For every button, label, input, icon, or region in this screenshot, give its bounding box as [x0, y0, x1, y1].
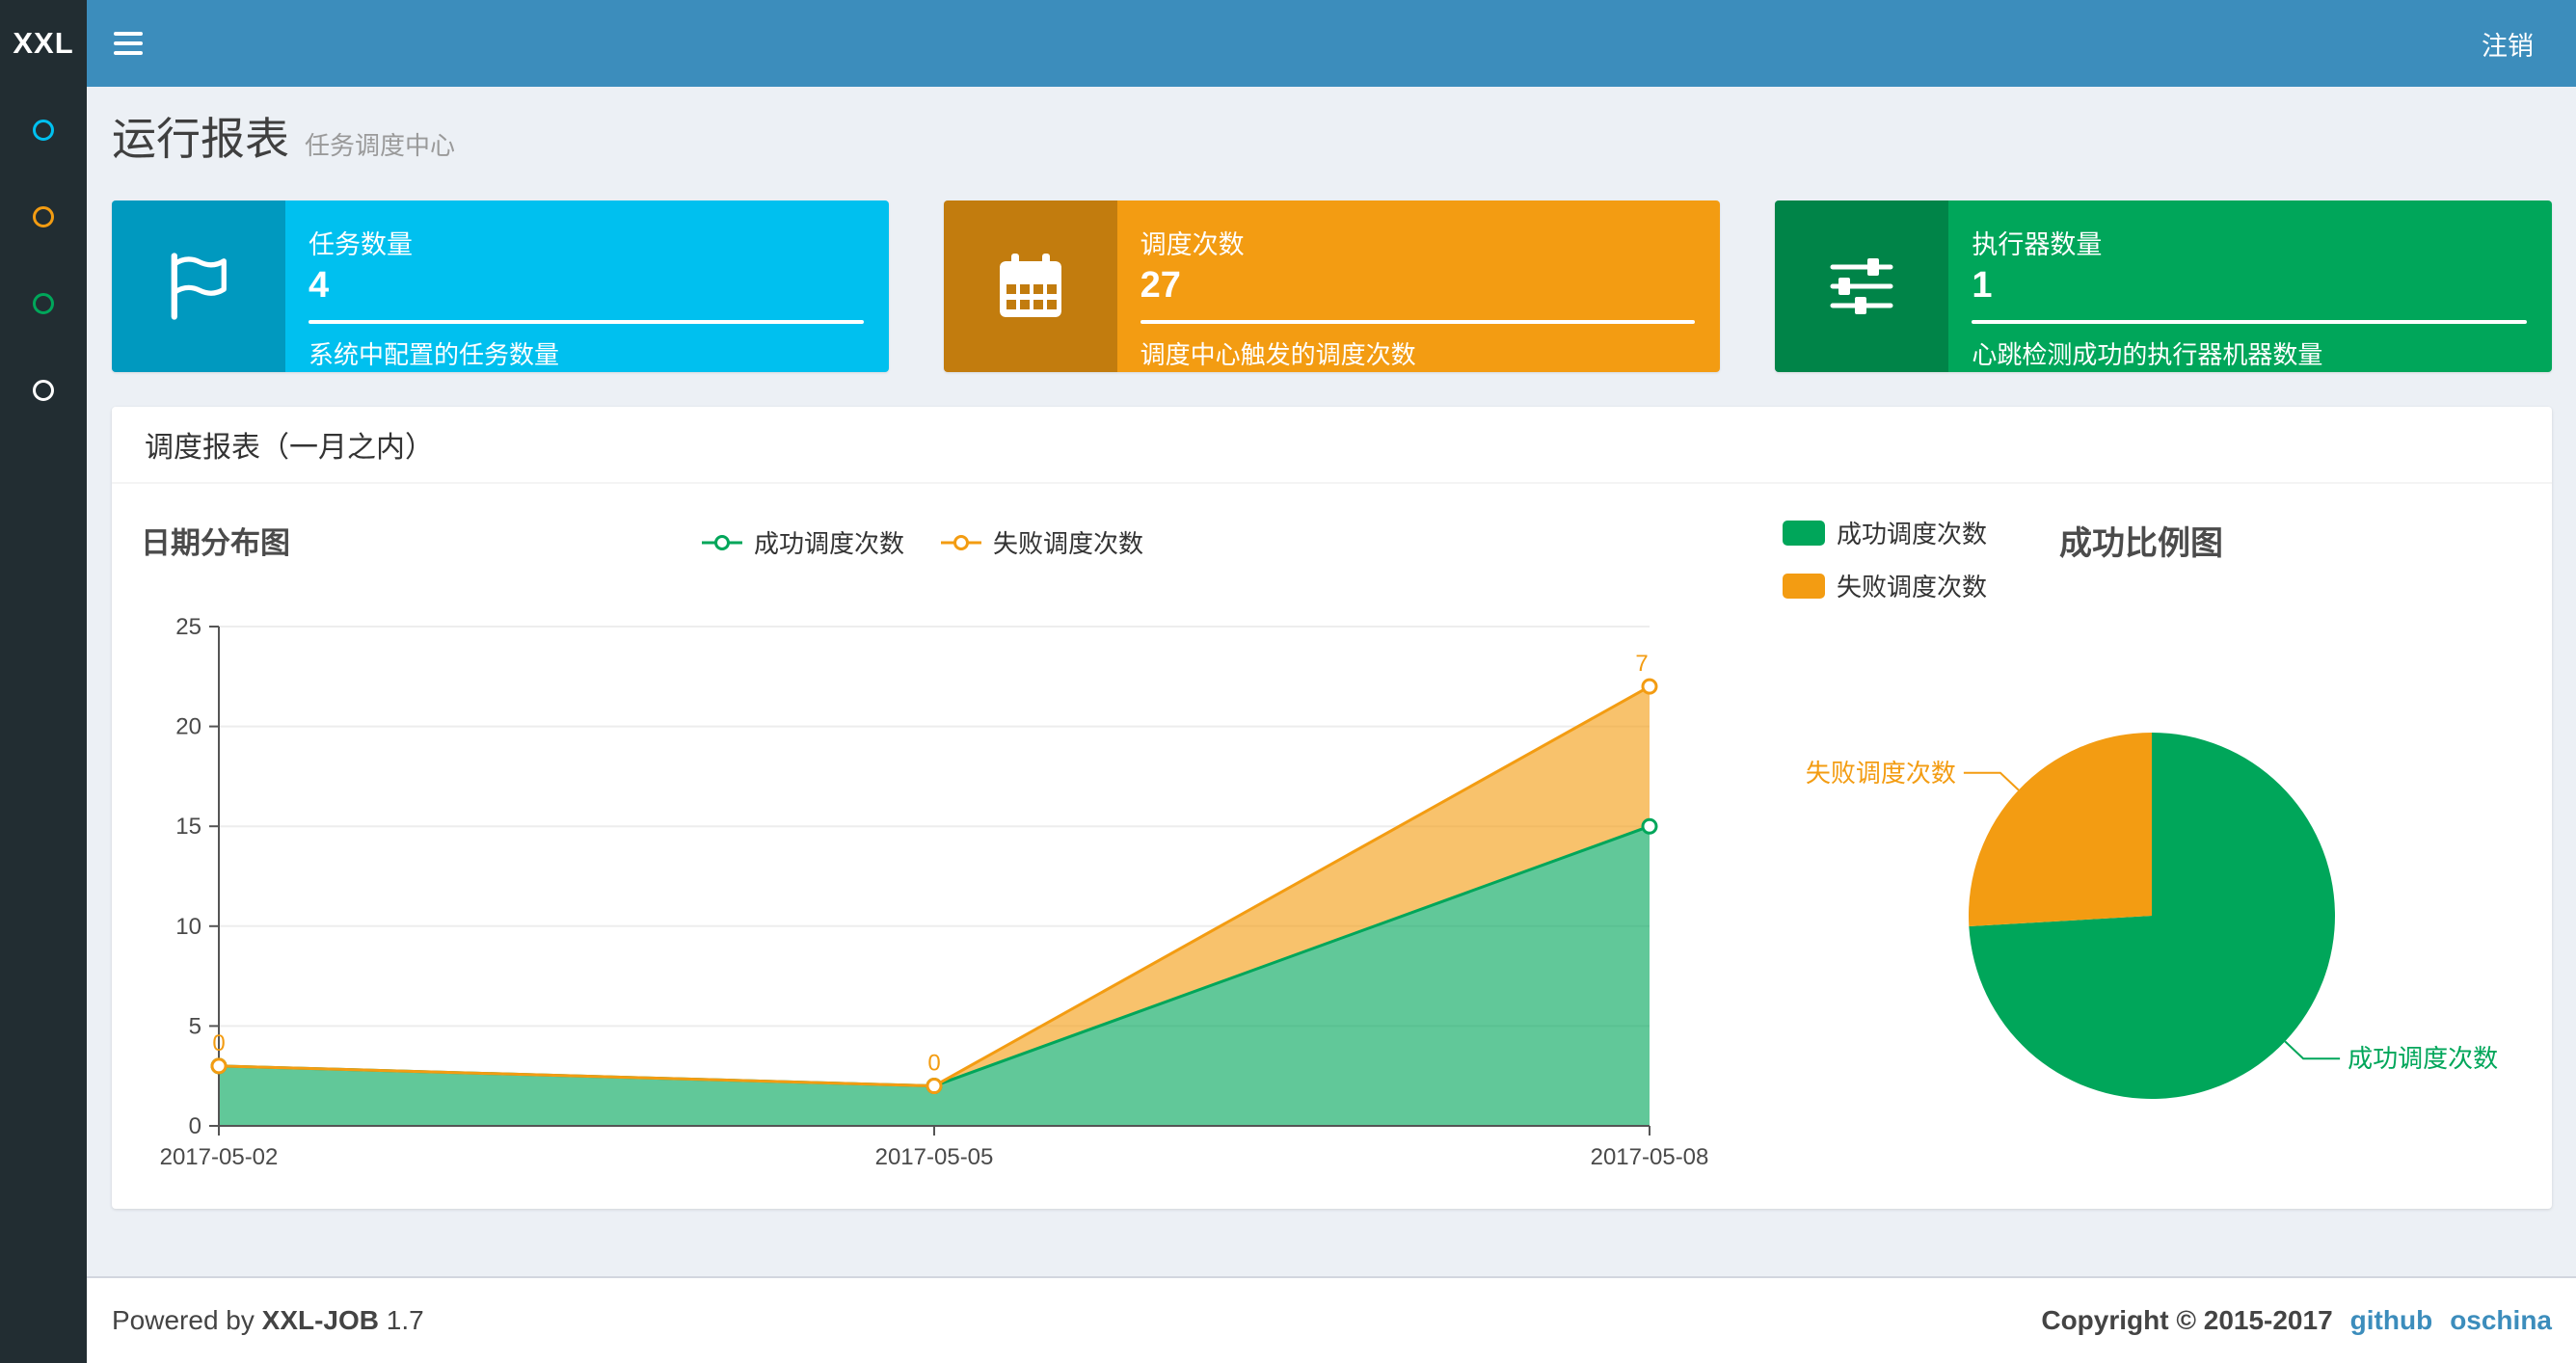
main-content: 运行报表 任务调度中心 任务数量 4 系统中配置的任务数量 调度次数 27 调度… — [87, 87, 2576, 1363]
sidebar — [0, 87, 87, 1363]
page-title: 运行报表 任务调度中心 — [112, 114, 2551, 172]
y-tick-label: 25 — [175, 614, 201, 640]
sidebar-item-4[interactable] — [0, 347, 87, 434]
info-box-icon-area — [112, 200, 285, 372]
pie-chart: 成功调度次数 失败调度次数 成功比例图 成功调度次数 失败调度次数 — [1731, 486, 2552, 1209]
info-box-description: 系统中配置的任务数量 — [309, 340, 560, 369]
logout-button[interactable]: 注销 — [2439, 0, 2576, 87]
pie-slice[interactable] — [1969, 733, 2152, 927]
footer-powered-prefix: Powered by — [112, 1305, 255, 1335]
info-box: 执行器数量 1 心跳检测成功的执行器机器数量 — [1775, 200, 2553, 372]
legend-label: 成功调度次数 — [1837, 520, 1988, 548]
footer-version: 1.7 — [386, 1305, 424, 1335]
y-tick-label: 15 — [175, 814, 201, 840]
report-panel: 调度报表（一月之内） 日期分布图 成功调度次数 失败调度次数 0 5 10 15 20 25… — [112, 407, 2552, 1209]
hamburger-icon — [114, 41, 143, 45]
circle-icon — [33, 293, 54, 314]
y-tick-label: 10 — [175, 914, 201, 940]
y-tick-label: 20 — [175, 714, 201, 740]
info-box-description: 调度中心触发的调度次数 — [1140, 340, 1416, 369]
pie-slice-label: 成功调度次数 — [2348, 1044, 2498, 1073]
info-box-number: 27 — [1140, 265, 1181, 306]
info-box-label: 任务数量 — [309, 230, 413, 259]
info-box-progress-bar — [309, 320, 864, 324]
footer: Powered by XXL-JOB 1.7 Copyright © 2015-… — [87, 1276, 2576, 1363]
pie-slice-label: 失败调度次数 — [1806, 759, 1956, 788]
legend-line-marker — [701, 534, 742, 550]
pie-chart-svg[interactable]: 成功调度次数 失败调度次数 — [1731, 555, 2552, 1153]
page-subtitle: 任务调度中心 — [305, 131, 456, 160]
data-label: 7 — [1635, 651, 1648, 677]
sidebar-item-2[interactable] — [0, 174, 87, 260]
info-box-body: 执行器数量 1 心跳检测成功的执行器机器数量 — [1948, 200, 2552, 372]
footer-right: Copyright © 2015-2017 github oschina — [2041, 1305, 2552, 1336]
hamburger-icon — [114, 51, 143, 55]
footer-product-name: XXL-JOB — [261, 1305, 380, 1335]
github-link[interactable]: github — [2350, 1305, 2433, 1336]
info-box-icon-area — [943, 200, 1117, 372]
info-box-description: 心跳检测成功的执行器机器数量 — [1972, 340, 2323, 369]
info-box-label: 执行器数量 — [1972, 230, 2103, 259]
legend-line-marker — [941, 534, 981, 550]
data-point-marker — [926, 1078, 943, 1095]
x-tick-label: 2017-05-05 — [875, 1144, 994, 1170]
info-box-body: 任务数量 4 系统中配置的任务数量 — [285, 200, 889, 372]
info-box-progress-bar — [1140, 320, 1696, 324]
page-title-text: 运行报表 — [112, 114, 289, 164]
info-box-label: 调度次数 — [1140, 230, 1245, 259]
hamburger-icon — [114, 32, 143, 36]
pie-label-line — [2284, 1040, 2341, 1060]
report-panel-title: 调度报表（一月之内） — [112, 407, 2552, 484]
sliders-icon — [1830, 258, 1893, 314]
y-tick-label: 0 — [189, 1113, 201, 1139]
data-label: 0 — [927, 1051, 940, 1077]
footer-powered-by: Powered by XXL-JOB 1.7 — [112, 1305, 424, 1336]
circle-icon — [33, 206, 54, 227]
calendar-icon — [999, 254, 1061, 317]
legend-item[interactable]: 成功调度次数 — [1783, 515, 1987, 550]
info-box-number: 1 — [1972, 265, 1993, 306]
circle-icon — [33, 380, 54, 401]
info-box-row: 任务数量 4 系统中配置的任务数量 调度次数 27 调度中心触发的调度次数 执行… — [112, 200, 2553, 372]
pie-label-line — [1963, 771, 2020, 791]
oschina-link[interactable]: oschina — [2450, 1305, 2552, 1336]
line-chart: 日期分布图 成功调度次数 失败调度次数 0 5 10 15 20 25 2017-05-02 2… — [112, 486, 1731, 1209]
info-box: 任务数量 4 系统中配置的任务数量 — [112, 200, 889, 372]
flag-icon — [171, 253, 227, 320]
info-box-body: 调度次数 27 调度中心触发的调度次数 — [1117, 200, 1721, 372]
x-tick-label: 2017-05-02 — [160, 1144, 279, 1170]
line-chart-svg[interactable]: 05101520252017-05-02 2017-05-05 2017-05-08… — [112, 555, 1731, 1182]
data-point-marker — [210, 1057, 228, 1075]
app-logo[interactable]: XXL — [0, 0, 87, 87]
content-header: 运行报表 任务调度中心 — [87, 87, 2576, 172]
legend-swatch — [1783, 520, 1825, 546]
info-box-number: 4 — [309, 265, 330, 306]
data-point-marker — [1641, 817, 1658, 835]
sidebar-toggle-button[interactable] — [87, 0, 172, 87]
circle-icon — [33, 120, 54, 141]
top-navbar: XXL 注销 — [0, 0, 2576, 87]
sidebar-item-1[interactable] — [0, 87, 87, 174]
y-tick-label: 5 — [189, 1013, 201, 1039]
x-tick-label: 2017-05-08 — [1591, 1144, 1709, 1170]
report-panel-body: 日期分布图 成功调度次数 失败调度次数 0 5 10 15 20 25 2017-05-02 2… — [112, 486, 2552, 1209]
info-box-progress-bar — [1972, 320, 2528, 324]
data-point-marker — [1641, 678, 1658, 695]
data-label: 0 — [212, 1030, 225, 1056]
footer-copyright: Copyright © 2015-2017 — [2041, 1305, 2333, 1335]
info-box: 调度次数 27 调度中心触发的调度次数 — [943, 200, 1721, 372]
sidebar-item-3[interactable] — [0, 260, 87, 347]
info-box-icon-area — [1775, 200, 1949, 372]
